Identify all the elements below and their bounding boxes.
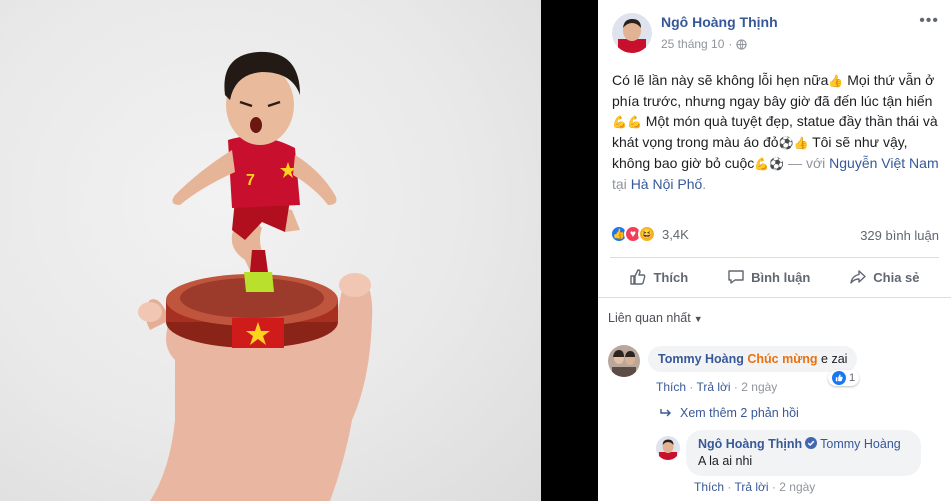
caret-down-icon: ▼ bbox=[693, 314, 703, 324]
reply-actions: Thích · Trả lời · 2 ngày bbox=[694, 480, 816, 494]
comment-text: e zai bbox=[817, 352, 848, 366]
soccer-ball-emoji-icon: ⚽👍 bbox=[778, 136, 809, 150]
reply-arrow-icon bbox=[660, 409, 671, 417]
figurine-illustration: 7 bbox=[138, 51, 373, 501]
reply-bubble: Ngô Hoàng Thịnh Tommy Hoàng A la ai nhi bbox=[686, 430, 921, 476]
muscle-soccer-emoji-icon: 💪⚽ bbox=[754, 157, 785, 171]
meta-separator: · bbox=[728, 37, 733, 51]
post-text-part1: Có lẽ lần này sẽ không lỗi hẹn nữa bbox=[612, 72, 829, 88]
photo-viewer-backdrop bbox=[541, 0, 598, 501]
comment-reply-link[interactable]: Trả lời bbox=[696, 380, 730, 394]
reply-author-avatar[interactable] bbox=[656, 436, 680, 460]
like-button-label: Thích bbox=[653, 269, 689, 285]
comment-count-link[interactable]: 329 bình luận bbox=[860, 228, 939, 243]
author-avatar[interactable] bbox=[612, 13, 652, 53]
reply-time[interactable]: 2 ngày bbox=[779, 480, 815, 494]
svg-text:7: 7 bbox=[246, 172, 255, 189]
post-photo[interactable]: 7 bbox=[0, 0, 541, 501]
post-date[interactable]: 25 tháng 10 bbox=[661, 37, 724, 51]
comment-bubble: Tommy Hoàng Chúc mừng e zai bbox=[648, 346, 858, 372]
comment-button-label: Bình luận bbox=[751, 269, 811, 285]
author-name[interactable]: Ngô Hoàng Thịnh bbox=[661, 14, 778, 30]
share-icon bbox=[850, 270, 866, 284]
like-reaction-icon bbox=[832, 371, 846, 385]
divider bbox=[610, 257, 939, 258]
comment-like-count[interactable]: 1 bbox=[828, 370, 860, 386]
post-side-panel: Ngô Hoàng Thịnh 25 tháng 10 · ••• Có lẽ … bbox=[598, 0, 951, 501]
sort-label: Liên quan nhất bbox=[608, 311, 691, 325]
location-link[interactable]: Hà Nội Phố bbox=[631, 176, 703, 192]
divider bbox=[598, 297, 951, 298]
muscle-emoji-icon: 💪💪 bbox=[612, 115, 642, 129]
more-options-icon[interactable]: ••• bbox=[919, 12, 939, 30]
reaction-count: 3,4K bbox=[662, 226, 689, 242]
view-more-replies-label: Xem thêm 2 phản hồi bbox=[680, 406, 799, 420]
reactions-summary[interactable]: 👍 ♥ 😆 3,4K bbox=[610, 225, 689, 243]
mentioned-user-link[interactable]: Tommy Hoàng bbox=[820, 437, 901, 451]
comment-sort-dropdown[interactable]: Liên quan nhất ▼ bbox=[608, 311, 703, 325]
share-button-label: Chia sẻ bbox=[873, 269, 920, 285]
celebration-tag: Chúc mừng bbox=[747, 352, 818, 366]
comment-actions: Thích · Trả lời · 2 ngày bbox=[656, 380, 778, 394]
reply-reply-link[interactable]: Trả lời bbox=[734, 480, 768, 494]
like-button[interactable]: Thích bbox=[629, 268, 688, 286]
reply-text: A la ai nhi bbox=[698, 454, 753, 468]
tagged-person-link[interactable]: Nguyễn Việt Nam bbox=[829, 155, 938, 171]
post-text: Có lẽ lần này sẽ không lỗi hẹn nữa👍 Mọi … bbox=[612, 70, 944, 194]
comment-like-link[interactable]: Thích bbox=[656, 380, 686, 394]
commenter-name[interactable]: Tommy Hoàng bbox=[658, 352, 744, 366]
view-more-replies-link[interactable]: Xem thêm 2 phản hồi bbox=[660, 406, 799, 420]
comment-icon bbox=[728, 270, 744, 284]
reply-like-link[interactable]: Thích bbox=[694, 480, 724, 494]
with-label: — với bbox=[784, 155, 830, 171]
haha-reaction-icon: 😆 bbox=[638, 225, 656, 243]
post-actions-bar: Thích Bình luận Chia sẻ bbox=[610, 262, 939, 292]
at-label: tại bbox=[612, 176, 631, 192]
like-icon bbox=[630, 269, 646, 285]
post-meta: 25 tháng 10 · bbox=[661, 37, 748, 51]
comment-like-number: 1 bbox=[849, 372, 856, 384]
comment-time[interactable]: 2 ngày bbox=[741, 380, 777, 394]
thumbs-up-emoji-icon: 👍 bbox=[828, 74, 844, 88]
verified-icon bbox=[805, 437, 818, 449]
globe-icon bbox=[736, 38, 748, 50]
post-period: . bbox=[702, 176, 707, 192]
share-button[interactable]: Chia sẻ bbox=[849, 268, 920, 286]
comment-button[interactable]: Bình luận bbox=[727, 268, 810, 286]
reply-author-name[interactable]: Ngô Hoàng Thịnh bbox=[698, 437, 802, 451]
commenter-avatar[interactable] bbox=[608, 345, 640, 377]
